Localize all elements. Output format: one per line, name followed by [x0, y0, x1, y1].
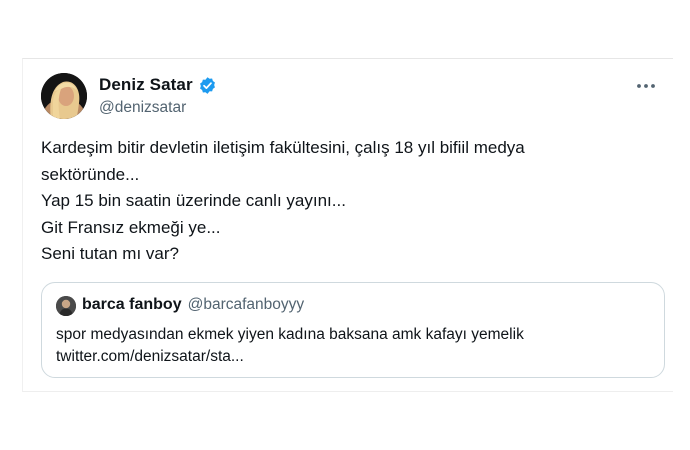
quoted-author-handle[interactable]: @barcafanboyyy [188, 296, 305, 314]
tweet-line: Kardeşim bitir devletin iletişim fakülte… [41, 138, 525, 157]
tweet-line: Seni tutan mı var? [41, 244, 179, 264]
tweet-card: Deniz Satar @denizsatar Kardeşim bitir d… [22, 58, 673, 392]
author-name[interactable]: Deniz Satar [99, 75, 193, 95]
avatar[interactable] [41, 73, 87, 119]
tweet-text: Kardeşim bitir devletin iletişim fakülte… [41, 135, 651, 268]
quoted-avatar-photo [56, 296, 76, 316]
author-handle[interactable]: @denizsatar [99, 99, 186, 117]
tweet-line: Git Fransız ekmeği ye... [41, 217, 221, 237]
more-options-icon[interactable] [633, 75, 659, 97]
tweet-line: Yap 15 bin saatin üzerinde canlı yayını.… [41, 191, 346, 211]
quoted-text-line: spor medyasından ekmek yiyen kadına baks… [56, 326, 524, 343]
verified-badge-icon [198, 76, 217, 95]
quoted-tweet[interactable]: barca fanboy @barcafanboyyy spor medyası… [41, 282, 665, 378]
quoted-author-row: barca fanboy @barcafanboyyy [82, 296, 304, 314]
avatar-photo [41, 73, 87, 119]
quoted-tweet-text: spor medyasından ekmek yiyen kadına baks… [56, 324, 524, 368]
quoted-avatar[interactable] [56, 296, 76, 316]
quoted-author-name[interactable]: barca fanboy [82, 296, 182, 314]
quoted-link[interactable]: twitter.com/denizsatar/sta... [56, 346, 524, 368]
tweet-line: sektöründe... [41, 164, 140, 184]
author-row: Deniz Satar [99, 75, 217, 95]
